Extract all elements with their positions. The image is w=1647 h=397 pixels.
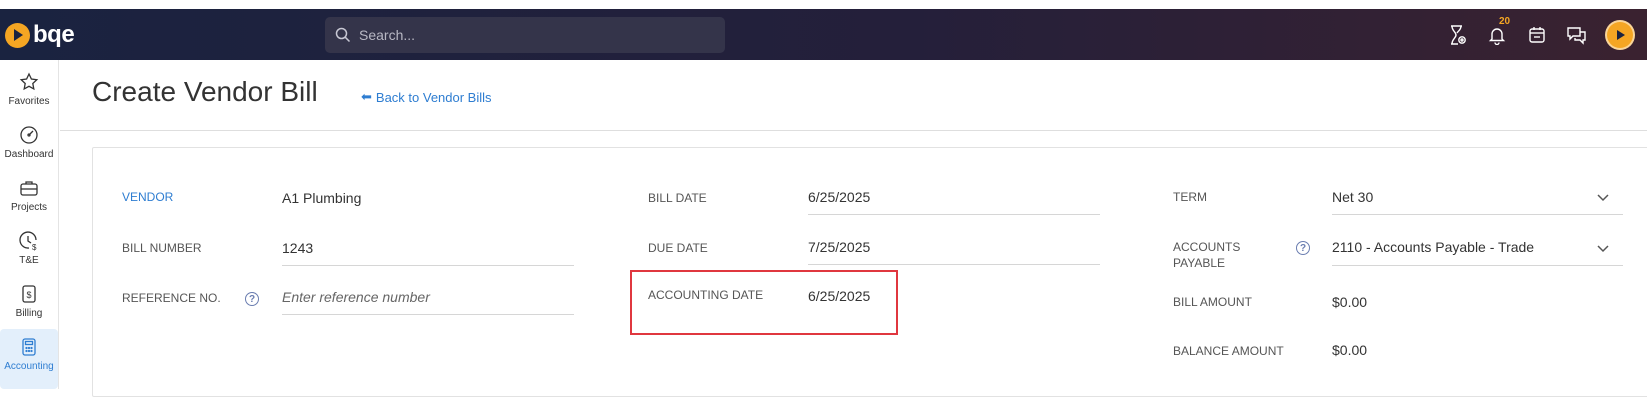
calendar-icon[interactable] [1517,15,1557,55]
reference-number-input[interactable] [282,289,572,305]
search-input[interactable] [359,27,699,43]
back-link-label: Back to Vendor Bills [375,89,492,105]
accounts-payable-underline [1332,265,1623,266]
bill-amount-value: $0.00 [1332,294,1368,310]
search-box[interactable] [325,17,725,53]
back-to-vendor-bills-link[interactable]: ⬅ Back to Vendor Bills [361,89,492,105]
top-bar: bqe 20 [0,9,1647,60]
bqe-logo[interactable]: bqe [5,21,75,49]
due-date-underline [808,264,1100,265]
reference-help-icon[interactable]: ? [245,292,259,306]
notifications-count-badge: 20 [1499,15,1511,27]
term-label: TERM [1173,190,1207,204]
term-select[interactable]: Net 30 [1332,189,1373,205]
sidebar-item-favorites[interactable]: Favorites [0,64,58,116]
svg-text:$: $ [32,243,37,251]
term-underline [1332,214,1623,215]
sidebar-item-label: Billing [15,308,43,319]
bill-number-underline [282,265,574,266]
sidebar-item-accounting[interactable]: Accounting [0,329,58,389]
chat-icon[interactable] [1557,15,1597,55]
search-icon [335,27,351,43]
due-date-label: DUE DATE [648,241,708,255]
sidebar-item-billing[interactable]: $ Billing [0,276,58,328]
sidebar-item-projects[interactable]: Projects [0,170,58,222]
calculator-icon [22,338,36,356]
vendor-value[interactable]: A1 Plumbing [282,190,361,206]
sidebar: Favorites Dashboard Projects $ T&E $ Bil… [0,60,59,389]
sidebar-item-dashboard[interactable]: Dashboard [0,117,58,169]
star-icon [19,72,39,91]
arrow-left-icon: ⬅ [361,89,372,104]
notifications-bell-icon[interactable]: 20 [1477,15,1517,55]
user-avatar-icon[interactable] [1605,19,1635,50]
logo-text: bqe [33,21,75,48]
briefcase-icon [20,181,38,196]
svg-text:$: $ [27,290,32,300]
bill-amount-label: BILL AMOUNT [1173,295,1252,309]
accounts-payable-label-line2: PAYABLE [1173,256,1226,270]
sidebar-item-label: Projects [10,202,48,213]
accounting-date-highlight-box [630,270,898,335]
term-chevron-down-icon[interactable] [1596,192,1610,202]
invoice-dollar-icon: $ [22,285,36,303]
bill-number-field[interactable]: 1243 [282,240,313,256]
balance-amount-value: $0.00 [1332,342,1368,358]
sidebar-item-label: Accounting [4,361,54,372]
bill-date-field[interactable]: 6/25/2025 [808,189,870,205]
accounts-payable-help-icon[interactable]: ? [1296,241,1310,255]
reference-underline [282,314,574,315]
bill-date-underline [808,214,1100,215]
bill-date-label: BILL DATE [648,191,707,205]
accounts-payable-chevron-down-icon[interactable] [1596,243,1610,253]
accounts-payable-select[interactable]: 2110 - Accounts Payable - Trade [1332,239,1534,255]
sidebar-item-label: Dashboard [4,149,54,160]
page-title: Create Vendor Bill [92,76,318,107]
balance-amount-label: BALANCE AMOUNT [1173,344,1284,358]
logo-play-icon [5,22,30,48]
due-date-field[interactable]: 7/25/2025 [808,239,870,255]
sidebar-item-label: Favorites [8,96,50,107]
sidebar-item-time-expense[interactable]: $ T&E [0,223,58,275]
sidebar-item-label: T&E [19,255,39,266]
vendor-label-link[interactable]: VENDOR [122,190,173,204]
timer-settings-icon[interactable] [1437,15,1477,55]
clock-dollar-icon: $ [19,231,37,251]
accounts-payable-label-line1: ACCOUNTS [1173,240,1241,254]
reference-no-label: REFERENCE NO. [122,291,221,305]
bill-number-label: BILL NUMBER [122,241,202,255]
header-divider [60,130,1647,131]
dashboard-gauge-icon [20,126,38,144]
